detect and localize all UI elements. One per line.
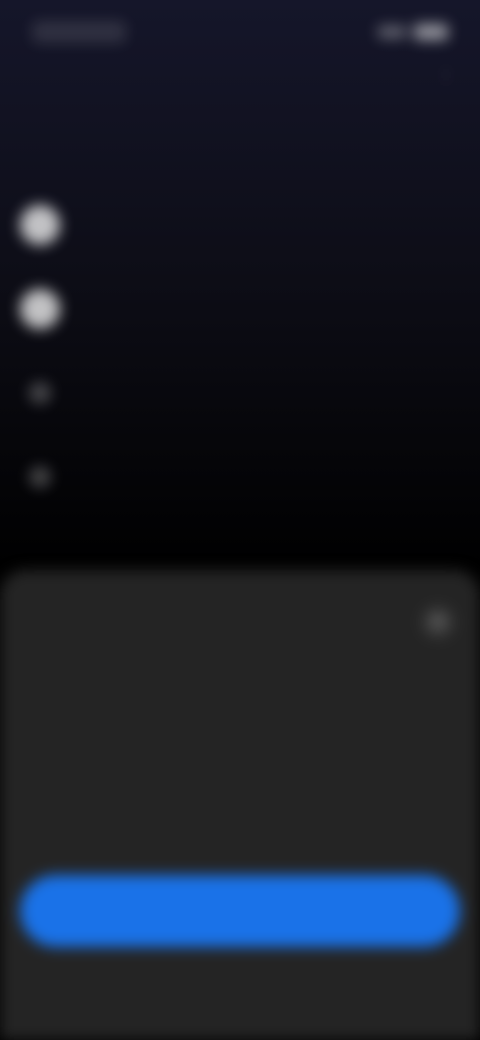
toggle-knob[interactable] <box>20 289 60 329</box>
list-item[interactable] <box>20 457 440 541</box>
list-item[interactable] <box>20 289 440 373</box>
status-bar <box>32 18 448 46</box>
toggle-knob[interactable] <box>29 466 51 488</box>
toggle-knob[interactable] <box>29 382 51 404</box>
more-vert-icon[interactable]: ⋮ <box>436 62 456 88</box>
primary-button[interactable] <box>20 875 460 947</box>
battery-icon <box>414 24 448 40</box>
signal-icon <box>378 26 406 38</box>
toggle-knob[interactable] <box>20 205 60 245</box>
blurred-screen: ⋮ ✕ <box>0 0 480 1040</box>
settings-list <box>20 205 440 541</box>
status-icons <box>378 24 448 40</box>
list-item[interactable] <box>20 205 440 289</box>
list-item[interactable] <box>20 373 440 457</box>
close-icon[interactable]: ✕ <box>422 606 454 638</box>
status-time <box>32 21 126 43</box>
bottom-sheet: ✕ <box>0 570 480 1040</box>
